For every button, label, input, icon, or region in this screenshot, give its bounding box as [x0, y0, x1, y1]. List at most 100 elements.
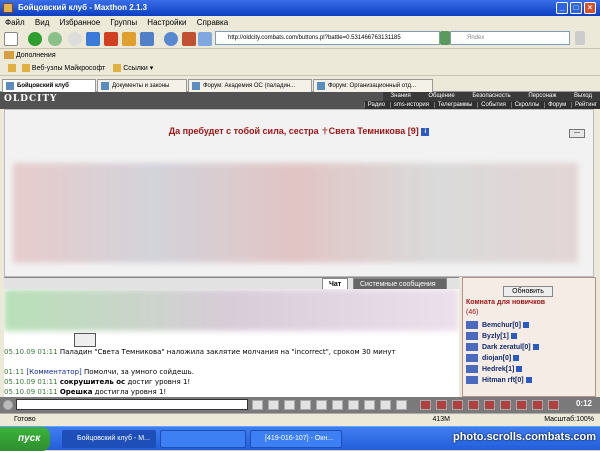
chat-tool-icon[interactable]	[396, 400, 407, 410]
chat-tool-icon[interactable]	[380, 400, 391, 410]
menu-favorites[interactable]: Избранное	[60, 18, 101, 27]
user-item[interactable]: Dark zeratul[0]	[466, 342, 539, 353]
private-icon[interactable]	[466, 365, 478, 373]
nav-telegrams[interactable]: Телеграммы	[434, 102, 476, 108]
addons-button[interactable]: Дополнения	[16, 52, 56, 59]
info-icon[interactable]	[533, 344, 539, 350]
game-tool-icon[interactable]	[548, 400, 559, 410]
clear-icon[interactable]	[3, 400, 13, 410]
zoom-level[interactable]: Масштаб:100%	[544, 414, 594, 426]
tab-combats[interactable]: Бойцовский клуб	[2, 79, 96, 92]
chat-tool-icon[interactable]	[332, 400, 343, 410]
forward-icon[interactable]	[48, 32, 62, 46]
user-item[interactable]: Byzly[1]	[466, 331, 539, 342]
refresh-button[interactable]: Обновить	[503, 286, 553, 297]
address-field[interactable]: http://oldcity.combats.com/buttons.pl?ba…	[215, 31, 440, 45]
nav-rating[interactable]: Рейтинг	[571, 102, 600, 108]
go-icon[interactable]	[440, 31, 450, 45]
window-title: Бойцовский клуб - Maxthon 2.1.3	[18, 3, 147, 12]
private-icon[interactable]	[466, 321, 478, 329]
nav-forum[interactable]: Форум	[544, 102, 569, 108]
chat-tool-icon[interactable]	[316, 400, 327, 410]
greeting-prefix: Да пребудет с тобой сила, сестра	[169, 126, 319, 136]
menu-file[interactable]: Файл	[5, 18, 25, 27]
info-icon[interactable]	[526, 377, 532, 383]
tab-forum-academy[interactable]: Форум: Академия ОС (паладин...	[188, 79, 312, 92]
user-item[interactable]: diojan[0]	[466, 353, 539, 364]
links-folder[interactable]: Ссылки	[123, 65, 148, 72]
refresh-icon[interactable]	[86, 32, 100, 46]
new-page-icon[interactable]	[4, 32, 18, 46]
chat-input[interactable]	[16, 399, 248, 410]
nav-scrolls[interactable]: Скроллы	[511, 102, 543, 108]
game-tool-icon[interactable]	[436, 400, 447, 410]
menu-view[interactable]: Вид	[35, 18, 49, 27]
taskbar-item[interactable]: Бойцовский клуб - M...	[62, 430, 156, 448]
chat-log: 05.10.09 01:11 Паладин "Света Темникова"…	[4, 289, 459, 397]
game-tool-icon[interactable]	[516, 400, 527, 410]
dropdown-icon[interactable]	[68, 32, 82, 46]
tab-documents[interactable]: Документы и законы	[97, 79, 187, 92]
user-item[interactable]: Bemchur[0]	[466, 320, 539, 331]
search-options-icon[interactable]	[575, 31, 585, 45]
send-icon[interactable]	[252, 400, 263, 410]
back-icon[interactable]	[28, 32, 42, 46]
feeds-icon[interactable]	[182, 32, 196, 46]
nav-exit[interactable]: Выход	[566, 93, 600, 99]
tab-forum-org[interactable]: Форум: Организационный отд...	[313, 79, 433, 92]
tab-icon	[192, 82, 200, 90]
chat-tool-icon[interactable]	[300, 400, 311, 410]
game-tool-icon[interactable]	[532, 400, 543, 410]
chat-tool-icon[interactable]	[364, 400, 375, 410]
title-bar: Бойцовский клуб - Maxthon 2.1.3 _ □ ×	[0, 0, 600, 16]
game-tool-icon[interactable]	[452, 400, 463, 410]
nav-security[interactable]: Безопасность	[464, 93, 518, 99]
info-icon[interactable]	[523, 322, 529, 328]
menu-help[interactable]: Справка	[197, 18, 228, 27]
nav-events[interactable]: События	[477, 102, 509, 108]
private-icon[interactable]	[466, 376, 478, 384]
greeting: Да пребудет с тобой сила, сестра ✝Света …	[5, 126, 593, 137]
game-tool-icon[interactable]	[420, 400, 431, 410]
private-icon[interactable]	[466, 343, 478, 351]
nav-sms-history[interactable]: sms-история	[390, 102, 432, 108]
nav-character[interactable]: Персонаж	[520, 93, 564, 99]
character-name[interactable]: Света Темникова	[329, 126, 406, 136]
game-tool-icon[interactable]	[500, 400, 511, 410]
private-icon[interactable]	[466, 354, 478, 362]
start-button[interactable]: пуск	[0, 427, 50, 451]
minimize-panel-button[interactable]: —	[569, 129, 585, 138]
screen-icon[interactable]	[198, 32, 212, 46]
home-icon[interactable]	[122, 32, 136, 46]
undo-icon[interactable]	[140, 32, 154, 46]
nav-radio[interactable]: Радио	[364, 102, 388, 108]
user-item[interactable]: Hedrek[1]	[466, 364, 539, 375]
menu-settings[interactable]: Настройки	[147, 18, 186, 27]
tab-bar: Бойцовский клуб Документы и законы Форум…	[0, 77, 600, 92]
links-ms-sites[interactable]: Веб-узлы Майкрософт	[32, 65, 105, 72]
info-icon[interactable]	[516, 366, 522, 372]
nav-chat[interactable]: Общение	[420, 93, 462, 99]
chat-tool-icon[interactable]	[348, 400, 359, 410]
private-icon[interactable]	[466, 332, 478, 340]
info-icon[interactable]	[511, 333, 517, 339]
taskbar-item[interactable]	[160, 430, 246, 448]
minimize-button[interactable]: _	[556, 2, 568, 14]
search-input[interactable]: Яndex	[450, 31, 570, 45]
chat-tool-icon[interactable]	[268, 400, 279, 410]
close-button[interactable]: ×	[584, 2, 596, 14]
chat-tool-icon[interactable]	[284, 400, 295, 410]
taskbar-item[interactable]: [419-016-107] - Окн...	[250, 430, 342, 448]
info-icon[interactable]	[513, 355, 519, 361]
info-icon[interactable]: i	[421, 128, 429, 136]
game-tool-icon[interactable]	[484, 400, 495, 410]
maximize-button[interactable]: □	[570, 2, 582, 14]
nav-knowledge[interactable]: Знания	[383, 93, 419, 99]
menu-groups[interactable]: Группы	[110, 18, 137, 27]
history-icon[interactable]	[164, 32, 178, 46]
user-item[interactable]: Hitman rft[0]	[466, 375, 539, 386]
stop-icon[interactable]	[104, 32, 118, 46]
chat-message: 05.10.09 01:11 Паладин "Света Темникова"…	[4, 347, 454, 357]
game-tool-icon[interactable]	[468, 400, 479, 410]
paladin-icon: ✝	[321, 126, 329, 136]
